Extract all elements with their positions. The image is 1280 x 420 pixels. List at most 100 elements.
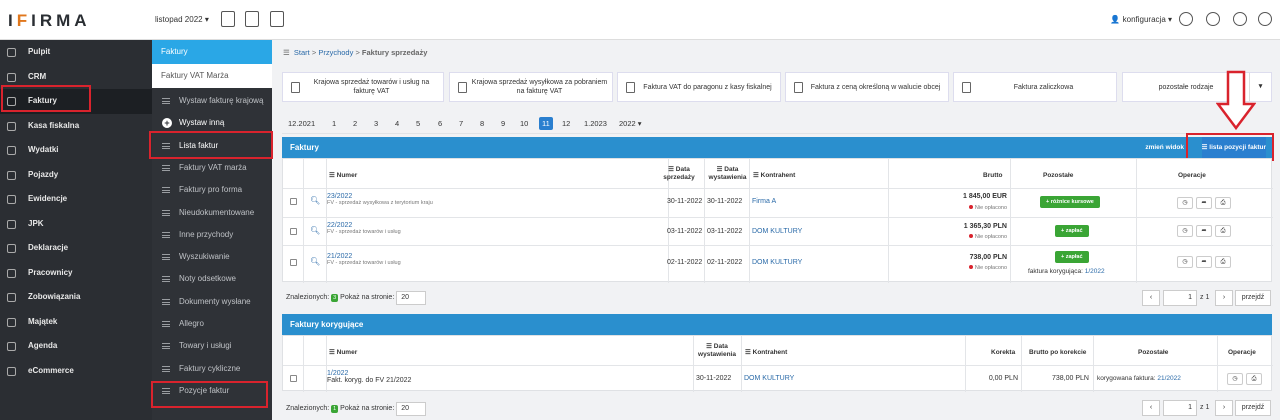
header-data-sprzedazy[interactable]: ☰ Data sprzedaży (655, 166, 703, 182)
page-input[interactable]: 1 (1163, 290, 1197, 306)
header-data-wystawienia[interactable]: ☰ Data wystawienia (693, 343, 741, 359)
submenu-vat-marza[interactable]: Faktury VAT Marża (152, 64, 272, 88)
invoice-number-link[interactable]: 21/2022 (327, 253, 401, 260)
user-menu[interactable]: 👤 konfiguracja ▾ (1110, 15, 1172, 24)
invoice-number-link[interactable]: 1/2022 (327, 370, 411, 377)
power-icon[interactable] (1258, 12, 1272, 26)
header-numer[interactable]: ☰ Numer (329, 349, 357, 357)
month-12[interactable]: 12 (562, 119, 570, 128)
sidebar-item-pracownicy[interactable]: Pracownicy (0, 261, 152, 286)
header-brutto[interactable]: Brutto (983, 172, 1003, 180)
header-korekta[interactable]: Korekta (991, 349, 1015, 357)
card-krajowa-sprzedaz[interactable]: Krajowa sprzedaż towarów i usług na fakt… (282, 72, 444, 102)
kontrahent-link[interactable]: DOM KULTURY (752, 228, 802, 235)
submenu-dokumenty-wyslane[interactable]: Dokumenty wysłane (152, 291, 272, 313)
sidebar-item-ecommerce[interactable]: eCommerce (0, 359, 152, 384)
roznice-kursowe-button[interactable]: + różnice kursowe (1040, 196, 1100, 208)
month-2[interactable]: 2 (353, 119, 357, 128)
add-document-icon[interactable] (245, 11, 259, 27)
zaplac-button[interactable]: + zapłać (1055, 225, 1089, 237)
prev-page-button[interactable]: ‹ (1142, 290, 1160, 306)
print-icon[interactable]: ⎙ (1215, 197, 1231, 209)
submenu-noty-odsetkowe[interactable]: Noty odsetkowe (152, 268, 272, 290)
history-icon[interactable]: ◷ (1177, 197, 1193, 209)
month-1-2023[interactable]: 1.2023 (584, 119, 607, 128)
sidebar-item-ewidencje[interactable]: Ewidencje (0, 187, 152, 212)
submenu-allegro[interactable]: Allegro (152, 313, 272, 335)
header-numer[interactable]: ☰ Numer (329, 172, 357, 180)
corrected-invoice-link[interactable]: 21/2022 (1157, 375, 1181, 382)
per-page-input[interactable]: 20 (396, 291, 427, 305)
sidebar-item-wydatki[interactable]: Wydatki (0, 138, 152, 163)
calculator-icon[interactable] (221, 11, 235, 27)
row-search-icon[interactable]: 🔍︎ (310, 196, 320, 205)
sidebar-item-pojazdy[interactable]: Pojazdy (0, 163, 152, 188)
history-icon[interactable]: ◷ (1177, 225, 1193, 237)
print-icon[interactable]: ⎙ (1215, 225, 1231, 237)
ifirma-logo[interactable]: IFIRMA (8, 11, 91, 31)
phone-icon[interactable] (1179, 12, 1193, 26)
sidebar-item-zobowiazania[interactable]: Zobowiązania (0, 285, 152, 310)
month-1[interactable]: 1 (332, 119, 336, 128)
history-icon[interactable]: ◷ (1227, 373, 1243, 385)
month-8[interactable]: 8 (480, 119, 484, 128)
kontrahent-link[interactable]: DOM KULTURY (744, 375, 794, 382)
card-waluta-obca[interactable]: Faktura z ceną określoną w walucie obcej (785, 72, 949, 102)
kontrahent-link[interactable]: DOM KULTURY (752, 259, 802, 266)
card-wysylkowa[interactable]: Krajowa sprzedaż wysyłkowa za pobraniem … (449, 72, 613, 102)
go-button[interactable]: przejdź (1235, 400, 1271, 416)
breadcrumb-start[interactable]: Start (294, 48, 310, 57)
row-search-icon[interactable]: 🔍︎ (310, 226, 320, 235)
submenu-faktury-cykliczne[interactable]: Faktury cykliczne (152, 358, 272, 380)
sidebar-item-deklaracje[interactable]: Deklaracje (0, 236, 152, 261)
month-11-active[interactable]: 11 (539, 117, 553, 130)
month-6[interactable]: 6 (438, 119, 442, 128)
zaplac-button[interactable]: + zapłać (1055, 251, 1089, 263)
sidebar-item-pulpit[interactable]: Pulpit (0, 40, 152, 65)
card-zaliczkowa[interactable]: Faktura zaliczkowa (953, 72, 1117, 102)
share-icon[interactable]: ➦ (1196, 197, 1212, 209)
month-4[interactable]: 4 (395, 119, 399, 128)
sidebar-item-kasa-fiskalna[interactable]: Kasa fiskalna (0, 114, 152, 139)
row-checkbox[interactable] (290, 228, 297, 235)
correction-link[interactable]: 1/2022 (1085, 268, 1105, 275)
submenu-wystaw-krajowa[interactable]: Wystaw fakturę krajową (152, 90, 272, 112)
submenu-inne-przychody[interactable]: Inne przychody (152, 224, 272, 246)
print-icon[interactable]: ⎙ (1246, 373, 1262, 385)
sidebar-item-jpk[interactable]: JPK (0, 212, 152, 237)
submenu-header[interactable]: Faktury (152, 40, 272, 64)
month-7[interactable]: 7 (459, 119, 463, 128)
settings-icon[interactable] (1233, 12, 1247, 26)
next-page-button[interactable]: › (1215, 400, 1233, 416)
prev-page-button[interactable]: ‹ (1142, 400, 1160, 416)
submenu-vat-marza-list[interactable]: Faktury VAT marża (152, 157, 272, 179)
row-search-icon[interactable]: 🔍︎ (310, 257, 320, 266)
submenu-nieudokumentowane[interactable]: Nieudokumentowane (152, 202, 272, 224)
header-kontrahent[interactable]: ☰ Kontrahent (753, 172, 795, 180)
per-page-input[interactable]: 20 (396, 402, 427, 416)
year-selector[interactable]: 2022 ▾ (619, 119, 642, 128)
document-menu-icon[interactable] (270, 11, 284, 27)
month-12-2021[interactable]: 12.2021 (288, 119, 315, 128)
submenu-pro-forma[interactable]: Faktury pro forma (152, 179, 272, 201)
row-checkbox[interactable] (290, 259, 297, 266)
month-9[interactable]: 9 (501, 119, 505, 128)
header-data-wystawienia[interactable]: ☰ Data wystawienia (705, 166, 750, 182)
sidebar-item-agenda[interactable]: Agenda (0, 334, 152, 359)
header-kontrahent[interactable]: ☰ Kontrahent (745, 349, 787, 357)
submenu-towary-uslugi[interactable]: Towary i usługi (152, 335, 272, 357)
menu-toggle-icon[interactable]: ☰ (283, 48, 290, 57)
share-icon[interactable]: ➦ (1196, 256, 1212, 268)
period-selector[interactable]: listopad 2022 ▾ (155, 15, 209, 24)
sidebar-item-majatek[interactable]: Majątek (0, 310, 152, 335)
submenu-wyszukiwanie[interactable]: Wyszukiwanie (152, 246, 272, 268)
page-input[interactable]: 1 (1163, 400, 1197, 416)
breadcrumb-przychody[interactable]: Przychody (318, 48, 353, 57)
invoice-number-link[interactable]: 23/2022 (327, 193, 433, 200)
next-page-button[interactable]: › (1215, 290, 1233, 306)
month-10[interactable]: 10 (520, 119, 528, 128)
kontrahent-link[interactable]: Firma A (752, 198, 776, 205)
share-icon[interactable]: ➦ (1196, 225, 1212, 237)
invoice-number-link[interactable]: 22/2022 (327, 222, 401, 229)
print-icon[interactable]: ⎙ (1215, 256, 1231, 268)
